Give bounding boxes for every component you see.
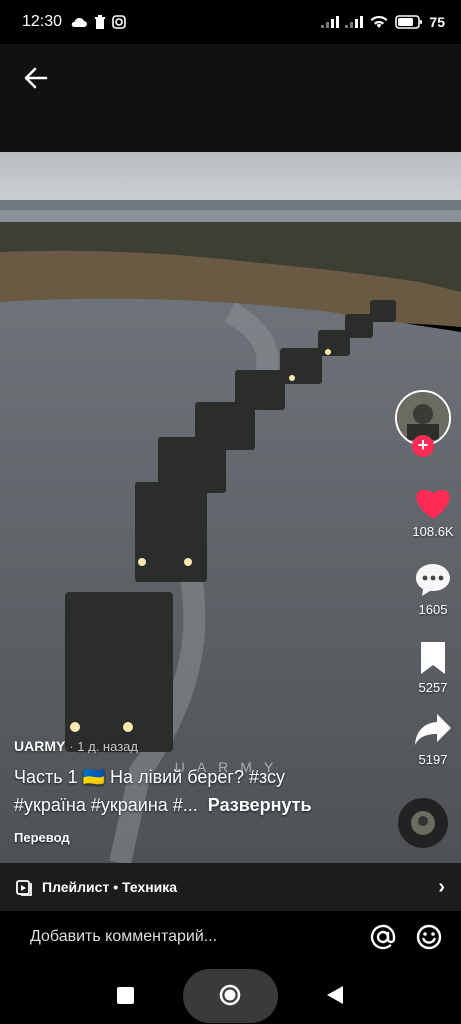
battery-percent: 75	[429, 14, 445, 30]
system-nav-bar	[0, 963, 461, 1024]
status-time: 12:30	[22, 13, 63, 30]
post-time: · 1 д. назад	[69, 739, 138, 754]
comment-input[interactable]	[30, 928, 351, 946]
caption-line-1: Часть 1 🇺🇦 На лівий берег? #зсу	[14, 767, 286, 787]
caption-line-2: #україна #украина #... Развернуть	[14, 792, 394, 818]
playlist-icon	[16, 880, 32, 896]
recents-icon[interactable]	[117, 987, 134, 1004]
author-row: UARMY · 1 д. назад	[14, 738, 394, 754]
playlist-bar[interactable]: Плейлист • Техника ›	[0, 863, 461, 911]
share-count: 5197	[418, 752, 448, 767]
mention-button[interactable]	[369, 923, 397, 951]
like-action[interactable]: 108.6K	[411, 484, 455, 539]
signal-1-icon	[321, 16, 340, 28]
like-count: 108.6K	[412, 524, 454, 539]
emoji-button[interactable]	[415, 923, 443, 951]
home-icon[interactable]	[218, 983, 242, 1007]
battery-icon	[395, 15, 423, 29]
comment-icon	[416, 564, 450, 596]
comment-bar	[0, 911, 461, 963]
save-action[interactable]: 5257	[411, 640, 455, 695]
heart-icon	[416, 489, 450, 519]
share-action[interactable]: 5197	[411, 712, 455, 767]
status-notification-icons	[70, 15, 126, 29]
music-cover-icon	[411, 811, 435, 835]
arrow-left-icon	[24, 67, 48, 89]
follow-button[interactable]: +	[412, 435, 434, 457]
comment-count: 1605	[418, 602, 448, 617]
smiley-icon	[416, 924, 442, 950]
status-bar: 12:30 75	[0, 0, 461, 44]
video-caption: UARMY · 1 д. назад Часть 1 🇺🇦 На лівий б…	[14, 738, 394, 845]
comment-action[interactable]: 1605	[411, 562, 455, 617]
expand-button[interactable]: Развернуть	[208, 795, 312, 815]
trash-icon	[95, 15, 106, 29]
bookmark-icon	[421, 642, 445, 674]
back-button[interactable]	[18, 60, 54, 96]
instagram-icon	[112, 15, 126, 29]
status-right: 75	[321, 14, 445, 30]
chevron-right-icon: ›	[438, 875, 445, 898]
weather-icon	[71, 17, 88, 27]
author-name[interactable]: UARMY	[14, 738, 65, 754]
translate-button[interactable]: Перевод	[14, 830, 394, 845]
share-icon	[415, 714, 451, 745]
save-count: 5257	[418, 680, 448, 695]
playlist-label: Плейлист • Техника	[42, 879, 178, 895]
wifi-icon	[370, 15, 388, 28]
signal-2-icon	[345, 16, 364, 28]
header	[0, 44, 461, 152]
music-disc[interactable]	[398, 798, 448, 848]
back-nav-icon[interactable]	[326, 985, 344, 1005]
at-icon	[370, 924, 396, 950]
caption-hashtags[interactable]: #україна #украина #...	[14, 795, 198, 815]
